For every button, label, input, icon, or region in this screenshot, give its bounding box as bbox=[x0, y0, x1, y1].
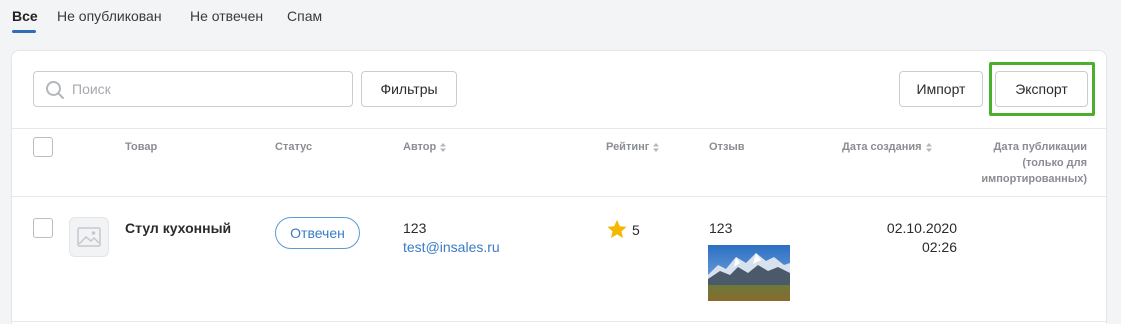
column-header-created-label: Дата создания bbox=[842, 141, 922, 153]
review-photo[interactable] bbox=[708, 245, 790, 301]
column-header-author[interactable]: Автор bbox=[403, 139, 447, 155]
active-tab-indicator bbox=[12, 30, 36, 33]
select-all-checkbox[interactable] bbox=[33, 137, 53, 157]
tabs-bar: Все Не опубликован Не отвечен Спам bbox=[0, 0, 1121, 34]
product-name[interactable]: Стул кухонный bbox=[125, 218, 231, 238]
created-time: 02:26 bbox=[921, 239, 957, 255]
author-email[interactable]: test@insales.ru bbox=[403, 237, 500, 257]
search-box[interactable] bbox=[33, 71, 353, 107]
reviews-card: Фильтры Импорт Экспорт Товар Статус Авто… bbox=[11, 50, 1107, 324]
column-header-product: Товар bbox=[125, 141, 158, 153]
search-input[interactable] bbox=[72, 72, 348, 106]
created-date: 02.10.2020 bbox=[886, 220, 957, 236]
column-header-published-line2: (только для bbox=[1022, 157, 1087, 169]
column-header-review: Отзыв bbox=[709, 141, 745, 153]
toolbar-divider bbox=[12, 128, 1106, 129]
rating-value: 5 bbox=[632, 221, 640, 238]
status-badge: Отвечен bbox=[275, 217, 360, 249]
search-icon bbox=[46, 81, 64, 99]
tab-all[interactable]: Все bbox=[12, 8, 38, 24]
sort-icon bbox=[925, 142, 932, 152]
header-divider bbox=[12, 196, 1106, 197]
filters-button[interactable]: Фильтры bbox=[361, 71, 457, 107]
review-text: 123 bbox=[709, 220, 733, 236]
column-header-rating-label: Рейтинг bbox=[606, 141, 650, 153]
export-button[interactable]: Экспорт bbox=[995, 71, 1088, 107]
mountain-landscape-image bbox=[708, 245, 790, 301]
column-header-published-line3: импортированных) bbox=[981, 173, 1087, 185]
column-header-author-label: Автор bbox=[403, 141, 437, 153]
product-thumbnail bbox=[69, 217, 109, 257]
import-button[interactable]: Импорт bbox=[899, 71, 983, 107]
star-icon bbox=[607, 219, 627, 238]
author-name: 123 bbox=[403, 220, 427, 236]
tab-unanswered[interactable]: Не отвечен bbox=[190, 8, 263, 24]
rating-cell: 5 bbox=[606, 219, 640, 240]
column-header-status: Статус bbox=[275, 141, 313, 153]
column-header-created[interactable]: Дата создания bbox=[842, 139, 932, 155]
row-divider bbox=[12, 321, 1106, 322]
sort-icon bbox=[653, 142, 660, 152]
column-header-rating[interactable]: Рейтинг bbox=[606, 139, 660, 155]
tab-unpublished[interactable]: Не опубликован bbox=[57, 8, 162, 24]
row-checkbox[interactable] bbox=[33, 218, 53, 238]
column-header-published: Дата публикации (только для импортирован… bbox=[967, 139, 1087, 187]
sort-icon bbox=[440, 142, 447, 152]
column-header-published-line1: Дата публикации bbox=[993, 141, 1087, 153]
tab-spam[interactable]: Спам bbox=[287, 8, 322, 24]
image-placeholder-icon bbox=[77, 227, 101, 247]
